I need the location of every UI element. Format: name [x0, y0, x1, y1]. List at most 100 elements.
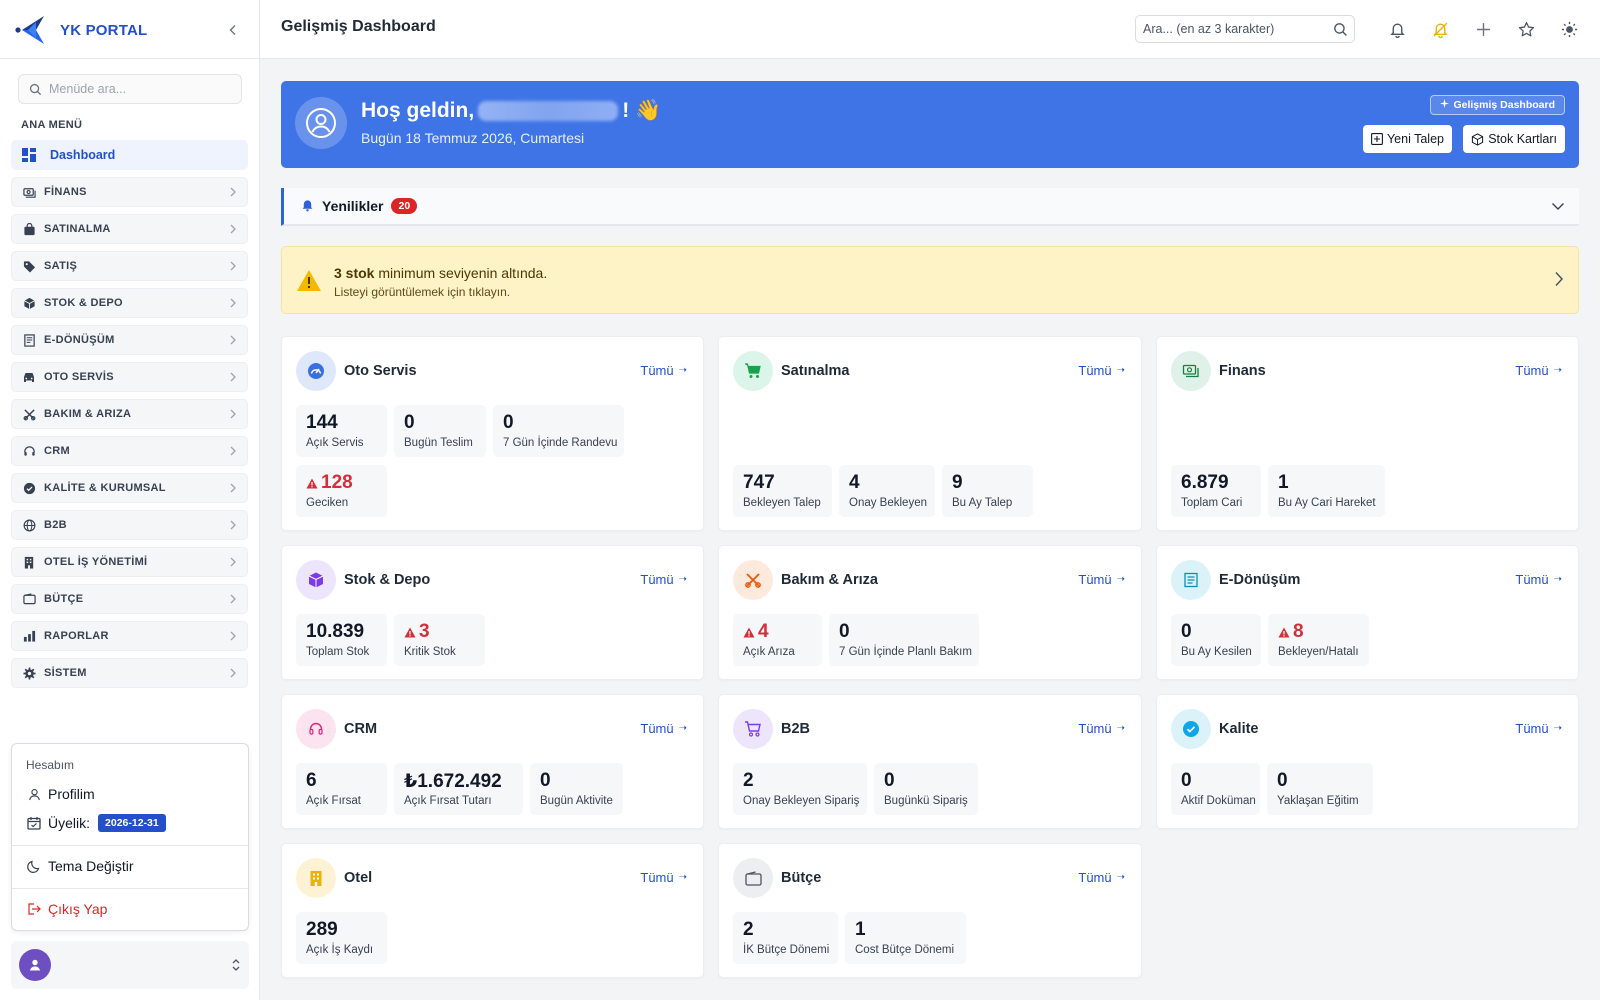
sun-icon[interactable] — [1557, 17, 1581, 41]
card-title: Satınalma — [781, 363, 850, 379]
brand-logo-icon — [15, 16, 44, 44]
sidebar-item-oto-servis[interactable]: OTO SERVİS — [11, 362, 248, 392]
plus-icon[interactable] — [1471, 17, 1495, 41]
view-all-link[interactable]: Tümü ➝ — [1078, 572, 1125, 587]
new-request-button[interactable]: Yeni Talep — [1362, 125, 1452, 153]
stat-label: Açık Fırsat — [306, 795, 361, 807]
profile-link[interactable]: Profilim — [26, 786, 95, 802]
stat-box: 1 Cost Bütçe Dönemi — [845, 912, 966, 964]
money-icon — [1182, 364, 1199, 378]
card-title: Bakım & Arıza — [781, 572, 878, 588]
chevron-right-icon — [229, 372, 237, 382]
stat-value: 0 — [839, 621, 850, 642]
global-search-input[interactable] — [1143, 22, 1323, 36]
stat-number: 128 — [321, 472, 353, 493]
view-all-label: Tümü — [640, 870, 674, 885]
global-search[interactable] — [1135, 15, 1355, 43]
money-icon — [22, 185, 36, 199]
stat-value: 0 — [1277, 770, 1288, 791]
arrow-right-icon: ➝ — [678, 574, 687, 585]
arrow-right-icon: ➝ — [1116, 872, 1125, 883]
receipt-icon — [22, 333, 36, 347]
stat-label: Açık Servis — [306, 437, 364, 449]
bell-off-icon[interactable] — [1428, 17, 1452, 41]
low-stock-alert[interactable]: 3 stok minimum seviyenin altında. Listey… — [281, 246, 1579, 314]
sidebar-item-kalite-kurumsal[interactable]: KALİTE & KURUMSAL — [11, 473, 248, 503]
alert-message: 3 stok minimum seviyenin altında. — [334, 265, 547, 281]
sidebar-item-label: KALİTE & KURUMSAL — [44, 482, 166, 494]
view-all-link[interactable]: Tümü ➝ — [1515, 721, 1562, 736]
menu-search[interactable] — [18, 74, 242, 104]
view-all-link[interactable]: Tümü ➝ — [640, 870, 687, 885]
advanced-dashboard-tag[interactable]: Gelişmiş Dashboard — [1430, 95, 1565, 115]
sidebar-item-crm[interactable]: CRM — [11, 436, 248, 466]
search-icon[interactable] — [1333, 22, 1348, 37]
stat-value: 0 — [540, 770, 551, 791]
sidebar-item-satis[interactable]: SATIŞ — [11, 251, 248, 281]
logout-button[interactable]: Çıkış Yap — [26, 901, 107, 917]
sidebar-item-sistem[interactable]: SİSTEM — [11, 658, 248, 688]
news-count-badge: 20 — [391, 198, 418, 214]
avatar — [295, 97, 347, 149]
card-icon-bg — [733, 351, 773, 391]
stat-value: 2 — [743, 919, 754, 940]
stat-box: 3 Kritik Stok — [394, 614, 485, 666]
stat-value-danger: 4 — [743, 620, 812, 644]
stat-label: İK Bütçe Dönemi — [743, 944, 830, 956]
membership-row: Üyelik: 2026-12-31 — [26, 814, 166, 832]
stat-label: Bu Ay Cari Hareket — [1278, 497, 1376, 509]
sidebar-item-bakim-ariza[interactable]: BAKIM & ARIZA — [11, 399, 248, 429]
sidebar-menu: Dashboard FİNANS SATINALMA SATIŞ STOK & … — [11, 140, 248, 695]
view-all-label: Tümü — [1078, 363, 1112, 378]
arrow-right-icon: ➝ — [1116, 365, 1125, 376]
view-all-link[interactable]: Tümü ➝ — [640, 721, 687, 736]
chevron-right-icon — [229, 520, 237, 530]
sidebar-item-b2b[interactable]: B2B — [11, 510, 248, 540]
stat-value: 289 — [306, 919, 338, 940]
star-icon[interactable] — [1514, 17, 1538, 41]
sidebar-item-otel-is-yonetimi[interactable]: OTEL İŞ YÖNETİMİ — [11, 547, 248, 577]
arrow-right-icon: ➝ — [678, 872, 687, 883]
stat-box: ₺1.672.492 Açık Fırsat Tutarı — [394, 763, 523, 815]
theme-toggle[interactable]: Tema Değiştir — [26, 858, 134, 874]
view-all-link[interactable]: Tümü ➝ — [1515, 363, 1562, 378]
news-section-toggle[interactable]: Yenilikler 20 — [281, 188, 1579, 226]
card-crm: CRM Tümü ➝ 6 Açık Fırsat ₺1.672.492 Açık Fı… — [281, 694, 704, 829]
stat-number: 4 — [758, 621, 769, 642]
user-menu-toggle[interactable] — [11, 941, 249, 989]
stat-box: 10.839 Toplam Stok — [296, 614, 387, 666]
sidebar-collapse-button[interactable] — [220, 17, 246, 43]
view-all-link[interactable]: Tümü ➝ — [1515, 572, 1562, 587]
arrow-right-icon: ➝ — [1553, 365, 1562, 376]
stat-box: 6 Açık Fırsat — [296, 763, 387, 815]
menu-section-title: ANA MENÜ — [21, 119, 83, 131]
sidebar-item-raporlar[interactable]: RAPORLAR — [11, 621, 248, 651]
sidebar-item-stok-depo[interactable]: STOK & DEPO — [11, 288, 248, 318]
wallet-icon — [22, 592, 36, 606]
sidebar-item-label: Dashboard — [50, 148, 116, 162]
view-all-link[interactable]: Tümü ➝ — [1078, 363, 1125, 378]
stat-label: Geciken — [306, 497, 349, 509]
brand: YK PORTAL — [14, 12, 246, 48]
sidebar-item-butce[interactable]: BÜTÇE — [11, 584, 248, 614]
sidebar-item-finans[interactable]: FİNANS — [11, 177, 248, 207]
view-all-link[interactable]: Tümü ➝ — [1078, 721, 1125, 736]
sidebar-item-e-donusum[interactable]: E-DÖNÜŞÜM — [11, 325, 248, 355]
view-all-link[interactable]: Tümü ➝ — [640, 363, 687, 378]
sidebar-item-label: B2B — [44, 519, 67, 531]
stat-number: 3 — [419, 621, 430, 642]
chevron-right-icon — [229, 446, 237, 456]
view-all-link[interactable]: Tümü ➝ — [640, 572, 687, 587]
sidebar-item-dashboard[interactable]: Dashboard — [11, 140, 248, 170]
bell-icon[interactable] — [1385, 17, 1409, 41]
stat-box: 2 Onay Bekleyen Sipariş — [733, 763, 867, 815]
sidebar-item-satinalma[interactable]: SATINALMA — [11, 214, 248, 244]
card-b2b: B2B Tümü ➝ 2 Onay Bekleyen Sipariş 0 Bugünk… — [718, 694, 1142, 829]
menu-search-input[interactable] — [49, 82, 229, 96]
sidebar-item-label: OTEL İŞ YÖNETİMİ — [44, 556, 148, 568]
stock-cards-button[interactable]: Stok Kartları — [1463, 125, 1565, 153]
account-separator — [12, 845, 248, 846]
view-all-link[interactable]: Tümü ➝ — [1078, 870, 1125, 885]
stat-value: 9 — [952, 472, 963, 493]
account-menu: Hesabım Profilim Üyelik: 2026-12-31 Tema… — [11, 743, 249, 931]
